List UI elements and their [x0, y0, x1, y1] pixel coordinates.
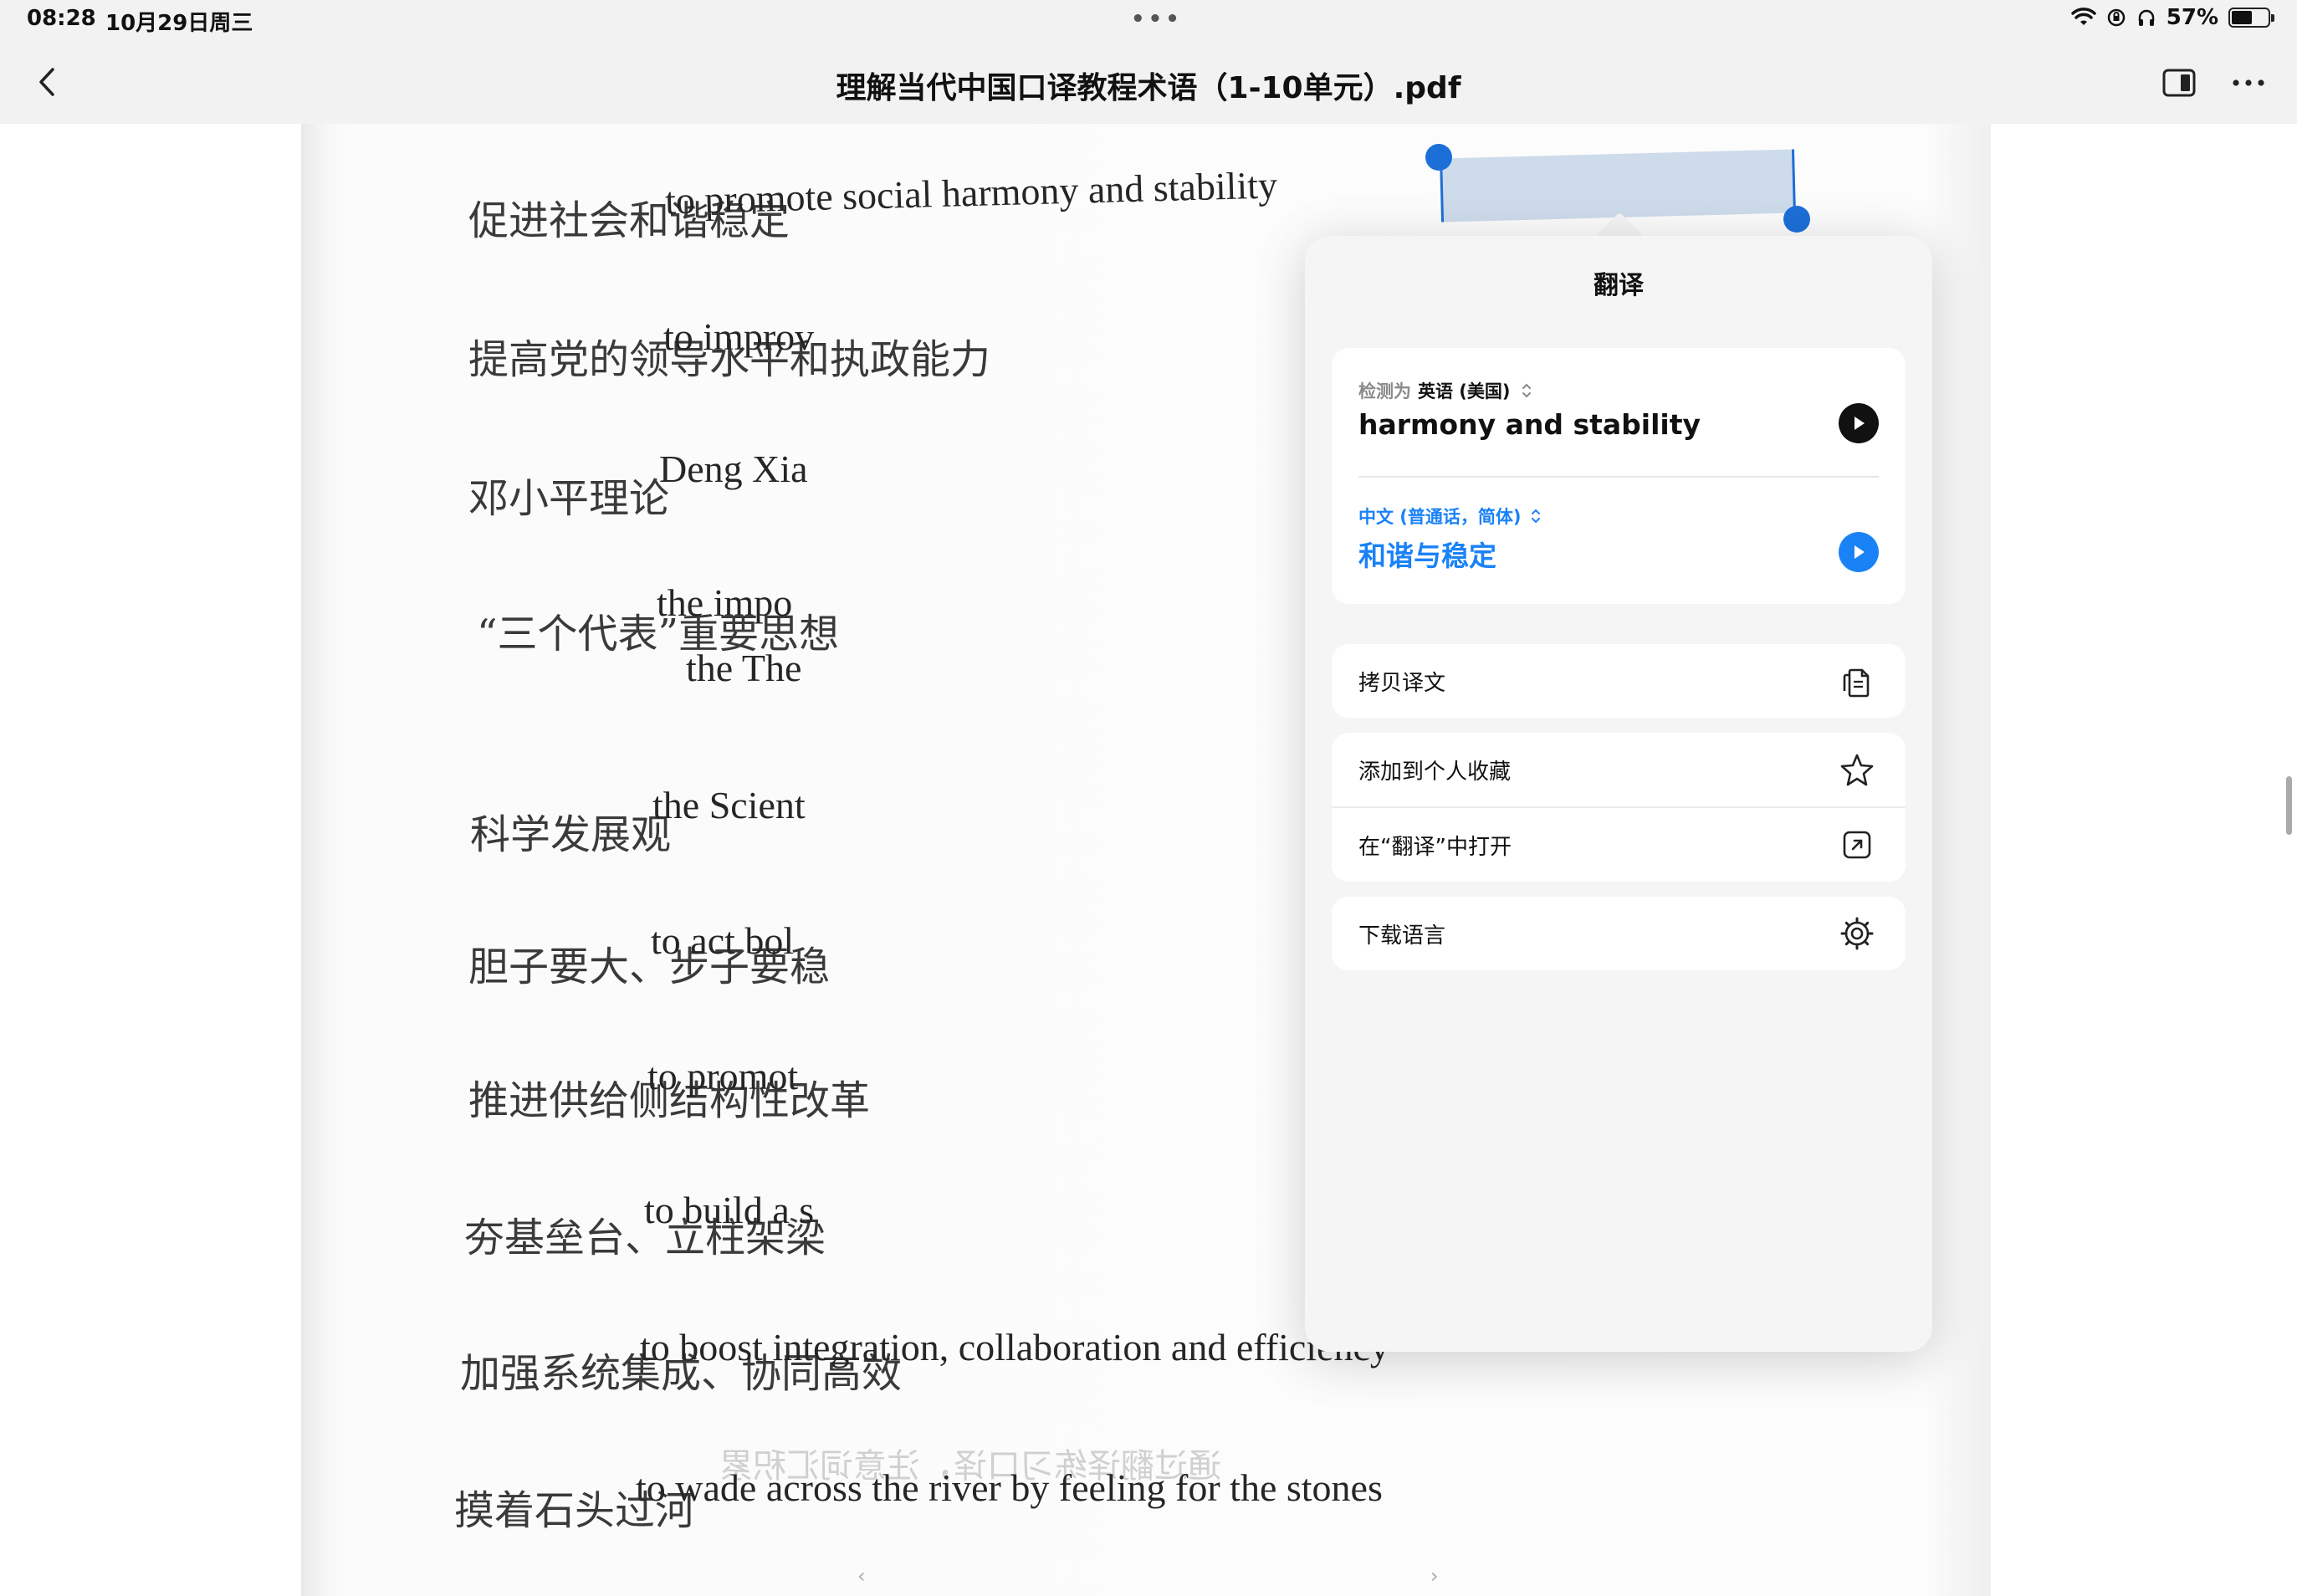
actions-card: 添加到个人收藏 在“翻译”中打开: [1332, 733, 1906, 882]
selection-handle-end[interactable]: [1783, 206, 1810, 233]
term-en: to promot: [647, 1055, 799, 1097]
more-button[interactable]: [2225, 62, 2272, 104]
term-en: to promote social harmony and stability: [664, 163, 1278, 223]
term-zh: 科学发展观: [470, 811, 672, 858]
translation-card: 检测为 英语 (美国) harmony and stability 中文 (普通…: [1332, 348, 1906, 604]
detect-prefix: 检测为: [1358, 381, 1411, 402]
sidebar-toggle-icon: [2162, 69, 2196, 97]
copy-translation-button[interactable]: 拷贝译文: [1332, 644, 1906, 718]
play-target-button[interactable]: [1839, 532, 1879, 572]
download-card: 下载语言: [1332, 897, 1906, 970]
battery-icon: [2228, 8, 2274, 28]
nav-bar: 理解当代中国口译教程术语（1-10单元）.pdf: [0, 40, 2297, 124]
page-mark: ›: [1430, 1564, 1439, 1588]
open-in-translate-button[interactable]: 在“翻译”中打开: [1332, 808, 1906, 882]
status-icons: 57%: [2071, 5, 2274, 30]
play-source-button[interactable]: [1839, 403, 1879, 443]
status-time: 08:28: [27, 6, 96, 31]
open-external-icon: [1839, 826, 1875, 863]
term-en: to build a s: [644, 1189, 815, 1231]
target-language-selector[interactable]: 中文 (普通话，简体): [1358, 504, 1542, 529]
target-language: 中文 (普通话，简体): [1358, 507, 1522, 527]
selection-handle-start[interactable]: [1425, 144, 1452, 171]
text-selection[interactable]: [1440, 149, 1796, 223]
term-zh: 邓小平理论: [468, 475, 670, 522]
copy-translation-label: 拷贝译文: [1358, 670, 1446, 696]
term-en: Deng Xia: [659, 448, 808, 490]
add-to-favorites-label: 添加到个人收藏: [1358, 759, 1512, 785]
download-languages-button[interactable]: 下载语言: [1332, 897, 1906, 970]
more-icon: [2233, 79, 2264, 86]
play-icon: [1854, 545, 1865, 559]
term-en: to act bol: [651, 919, 795, 962]
add-to-favorites-button[interactable]: 添加到个人收藏: [1332, 733, 1906, 806]
term-en-line2: the The: [686, 647, 802, 689]
popover-title: 翻译: [1594, 271, 1644, 300]
battery-percent: 57%: [2166, 5, 2218, 30]
star-icon: [1839, 751, 1875, 788]
play-icon: [1854, 417, 1865, 430]
open-in-translate-label: 在“翻译”中打开: [1358, 834, 1512, 860]
headphones-icon: [2138, 9, 2155, 26]
status-bar: 08:28 10月29日周三 ••• 57%: [0, 0, 2297, 40]
term-en: to improv: [663, 315, 815, 358]
term-en: the Scient: [652, 784, 806, 826]
multitasking-dots-icon[interactable]: •••: [1131, 7, 1183, 32]
source-language-selector[interactable]: 检测为 英语 (美国): [1358, 378, 1532, 403]
copy-card: 拷贝译文: [1332, 644, 1906, 718]
scroll-indicator[interactable]: [2286, 776, 2292, 835]
copy-icon: [1839, 662, 1875, 699]
orientation-lock-icon: [2107, 8, 2126, 27]
card-divider: [1358, 476, 1879, 478]
page-mark: ‹: [857, 1564, 866, 1588]
translate-popover: 翻译 检测为 英语 (美国) harmony and stability 中文 …: [1305, 236, 1932, 1352]
target-text: 和谐与稳定: [1358, 540, 1496, 572]
document-title: 理解当代中国口译教程术语（1-10单元）.pdf: [836, 71, 1461, 105]
sidebar-toggle-button[interactable]: [2158, 62, 2200, 104]
term-en: the impo: [657, 581, 793, 624]
source-text: harmony and stability: [1358, 408, 1701, 441]
download-languages-label: 下载语言: [1358, 923, 1446, 949]
wifi-icon: [2071, 8, 2096, 25]
source-language: 英语 (美国): [1418, 381, 1511, 402]
gear-icon: [1839, 915, 1875, 952]
term-en: to boost integration, collaboration and …: [640, 1326, 1389, 1368]
chevron-updown-icon: [1531, 509, 1540, 524]
chevron-updown-icon: [1522, 383, 1531, 398]
term-en: to wade across the river by feeling for …: [636, 1466, 1383, 1509]
status-date: 10月29日周三: [105, 11, 253, 36]
pdf-viewer[interactable]: 通过翻译练习口译，注意词汇积累 促进社会和谐稳定 to promote soci…: [0, 124, 2297, 1596]
